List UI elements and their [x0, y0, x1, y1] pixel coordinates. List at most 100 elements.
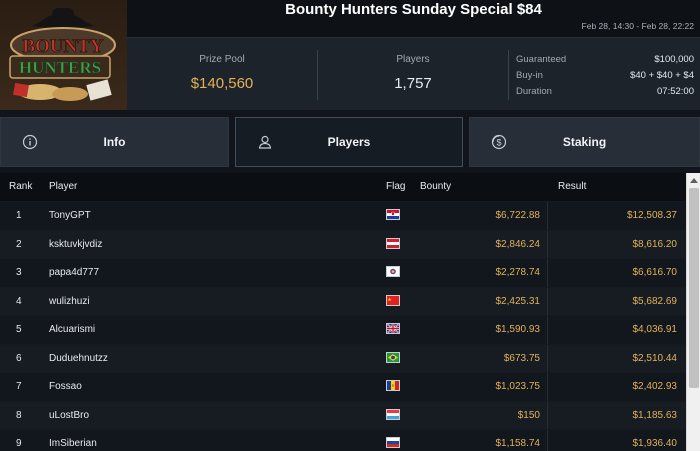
- detail-value: $40 + $40 + $4: [630, 70, 694, 81]
- duration-row: Duration 07:52:00: [516, 84, 694, 100]
- result-cell: $5,682.69: [632, 295, 678, 307]
- rank-cell: 4: [16, 295, 22, 307]
- scroll-up-arrow-icon[interactable]: [687, 173, 700, 187]
- tournament-stats: Prize Pool $140,560 Players 1,757 Guaran…: [127, 37, 700, 110]
- svg-text:BOUNTY: BOUNTY: [22, 36, 104, 57]
- bounty-cell: $1,158.74: [495, 438, 541, 449]
- table-row[interactable]: 5 Alcuarismi $1,590.93 $4,036.91: [0, 315, 686, 344]
- andorra-flag-icon: [386, 380, 400, 391]
- players-label: Players: [396, 54, 430, 65]
- luxembourg-flag-icon: [386, 408, 400, 420]
- tournament-dates: Feb 28, 14:30 - Feb 28, 22:22: [581, 21, 694, 31]
- rank-cell: 1: [16, 210, 22, 221]
- bounty-cell: $1,590.93: [495, 324, 541, 335]
- player-name-cell[interactable]: Alcuarismi: [49, 324, 95, 335]
- china-flag-icon: [386, 294, 400, 306]
- rank-cell: 7: [16, 381, 22, 392]
- column-header-player[interactable]: Player: [49, 181, 77, 192]
- tab-players[interactable]: Players: [235, 117, 463, 167]
- tab-info[interactable]: Info: [0, 117, 229, 167]
- players-stat: Players 1,757: [318, 38, 508, 111]
- bounty-cell: $1,023.75: [495, 381, 541, 392]
- tournament-details: Guaranteed $100,000 Buy-in $40 + $40 + $…: [516, 52, 694, 100]
- column-header-flag[interactable]: Flag: [386, 181, 405, 192]
- column-separator: [547, 230, 548, 259]
- player-name-cell[interactable]: wulizhuzi: [49, 296, 90, 307]
- table-row[interactable]: 3 papa4d777 $2,278.74 $6,616.70: [0, 258, 686, 287]
- bounty-cell: $673.75: [503, 352, 540, 364]
- tab-bar: Info Players $ Staking: [0, 110, 700, 173]
- table-row[interactable]: 2 ksktuvkjvdiz $2,846.24 $8,616.20: [0, 229, 686, 259]
- tab-staking[interactable]: $ Staking: [469, 117, 700, 167]
- player-name-cell[interactable]: ksktuvkjvdiz: [49, 239, 102, 250]
- austria-flag-icon: [386, 237, 400, 249]
- bounty-cell: $6,722.88: [495, 210, 541, 221]
- column-separator: [547, 430, 548, 451]
- scroll-thumb[interactable]: [689, 188, 699, 388]
- column-separator: [547, 373, 548, 401]
- rank-cell: 2: [16, 238, 22, 250]
- bounty-cell: $2,278.74: [495, 267, 541, 278]
- stat-divider: [508, 50, 509, 100]
- table-row[interactable]: 9 ImSiberian $1,158.74 $1,936.40: [0, 429, 686, 451]
- column-header-result[interactable]: Result: [558, 181, 586, 192]
- united-kingdom-flag-icon: [386, 323, 400, 334]
- table-row[interactable]: 7 Fossao $1,023.75 $2,402.93: [0, 372, 686, 401]
- guaranteed-row: Guaranteed $100,000: [516, 52, 694, 68]
- column-separator: [547, 344, 548, 373]
- vertical-scrollbar[interactable]: [686, 173, 700, 451]
- buy-in-row: Buy-in $40 + $40 + $4: [516, 68, 694, 84]
- result-cell: $4,036.91: [632, 324, 678, 335]
- table-row[interactable]: 6 Duduehnutzz $673.75 $2,510.44: [0, 343, 686, 373]
- detail-key: Buy-in: [516, 70, 543, 81]
- column-header-rank[interactable]: Rank: [9, 181, 32, 192]
- rank-cell: 3: [16, 267, 22, 278]
- detail-key: Guaranteed: [516, 54, 567, 65]
- table-row[interactable]: 8 uLostBro $150 $1,185.63: [0, 400, 686, 430]
- column-header-bounty[interactable]: Bounty: [420, 181, 451, 192]
- result-cell: $1,185.63: [632, 409, 678, 421]
- result-cell: $1,936.40: [632, 438, 678, 449]
- players-value: 1,757: [394, 75, 432, 92]
- tournament-title: Bounty Hunters Sunday Special $84: [285, 1, 542, 18]
- svg-text:HUNTERS: HUNTERS: [19, 58, 101, 77]
- result-cell: $12,508.37: [626, 210, 677, 221]
- column-separator: [547, 202, 548, 230]
- player-name-cell[interactable]: Duduehnutzz: [49, 353, 108, 364]
- result-cell: $8,616.20: [632, 238, 678, 250]
- tab-label: Info: [103, 135, 126, 149]
- column-separator: [547, 401, 548, 430]
- bounty-cell: $2,846.24: [495, 238, 541, 250]
- tournament-logo: BOUNTY HUNTERS: [0, 0, 127, 110]
- rank-cell: 5: [16, 324, 22, 335]
- rank-cell: 8: [16, 409, 22, 421]
- column-separator: [547, 259, 548, 287]
- brazil-flag-icon: [386, 351, 400, 363]
- column-separator: [547, 316, 548, 344]
- detail-value: 07:52:00: [657, 86, 694, 97]
- prize-pool-label: Prize Pool: [199, 54, 245, 65]
- column-separator: [547, 287, 548, 316]
- unknown-flag-icon: [386, 266, 400, 277]
- detail-key: Duration: [516, 86, 552, 97]
- tab-label: Players: [327, 135, 371, 149]
- table-row[interactable]: 4 wulizhuzi $2,425.31 $5,682.69: [0, 286, 686, 316]
- bounty-cell: $150: [517, 409, 540, 421]
- prize-pool-stat: Prize Pool $140,560: [127, 38, 317, 111]
- player-name-cell[interactable]: papa4d777: [49, 267, 99, 278]
- bounty-hunters-logo: BOUNTY HUNTERS: [0, 0, 127, 110]
- player-name-cell[interactable]: Fossao: [49, 381, 82, 392]
- bounty-cell: $2,425.31: [495, 295, 541, 307]
- table-header: Rank Player Flag Bounty Result: [0, 173, 686, 201]
- rank-cell: 9: [16, 438, 22, 449]
- detail-value: $100,000: [654, 54, 694, 65]
- player-name-cell[interactable]: TonyGPT: [49, 210, 91, 221]
- player-name-cell[interactable]: ImSiberian: [49, 438, 97, 449]
- result-cell: $2,402.93: [632, 381, 678, 392]
- player-name-cell[interactable]: uLostBro: [49, 410, 89, 421]
- result-cell: $2,510.44: [632, 352, 678, 364]
- table-row[interactable]: 1 TonyGPT $6,722.88 $12,508.37: [0, 201, 686, 230]
- rank-cell: 6: [16, 352, 22, 364]
- result-cell: $6,616.70: [632, 267, 678, 278]
- prize-pool-value: $140,560: [190, 75, 254, 92]
